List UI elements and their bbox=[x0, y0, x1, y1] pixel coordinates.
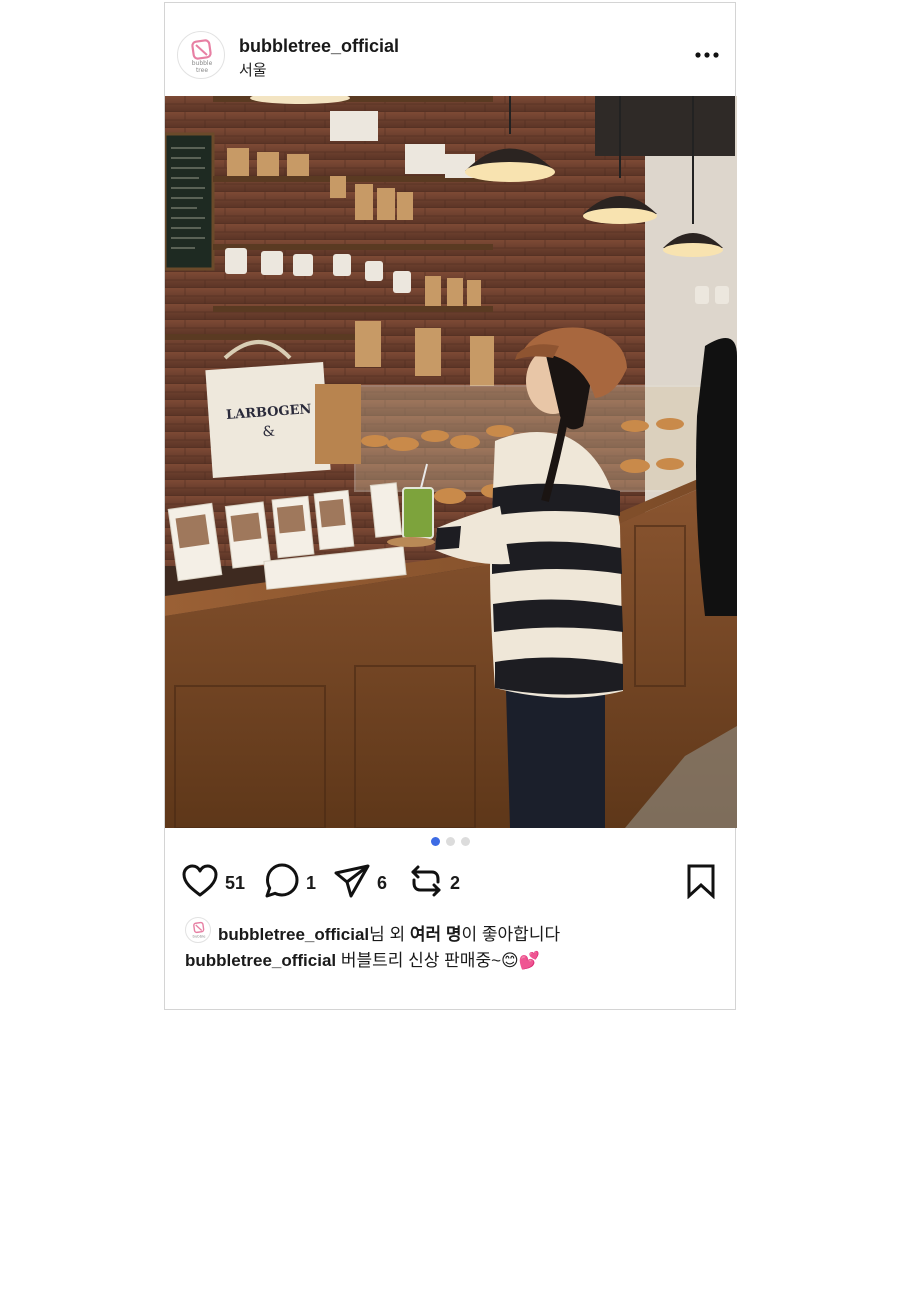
post-caption: bubbletree_official 버블트리 신상 판매중~😊💕 bbox=[185, 946, 540, 971]
liked-by-suffix-2: 이 좋아합니다 bbox=[461, 925, 561, 944]
more-dots-icon bbox=[695, 52, 719, 58]
smile-emoji-icon: 😊 bbox=[501, 951, 519, 970]
repost-button[interactable]: 2 bbox=[409, 863, 469, 903]
post-card: bubble tree bubbletree_official 서울 LARBO… bbox=[164, 2, 737, 1010]
logo-small-text: bubble bbox=[193, 934, 207, 939]
bookmark-icon bbox=[687, 864, 715, 899]
bubbletree-logo: bubble tree bbox=[191, 39, 213, 74]
comment-button[interactable]: 1 bbox=[264, 863, 324, 903]
share-button[interactable]: 6 bbox=[333, 863, 393, 903]
svg-text:&: & bbox=[262, 424, 276, 441]
liked-by-others[interactable]: 여러 명 bbox=[410, 925, 462, 944]
bubbletree-logo-small: bubble bbox=[193, 921, 207, 939]
carousel-dot-2[interactable] bbox=[446, 837, 455, 846]
carousel-dot-1[interactable] bbox=[431, 837, 440, 846]
logo-text-2: tree bbox=[196, 67, 208, 74]
liked-by-suffix-1: 님 외 bbox=[369, 925, 410, 944]
cafe-photo: LARBOGEN & bbox=[165, 96, 737, 828]
repost-icon bbox=[411, 865, 441, 897]
more-options-button[interactable] bbox=[693, 47, 723, 63]
caption-text: 버블트리 신상 판매중~ bbox=[340, 951, 502, 970]
caption-username[interactable]: bubbletree_official bbox=[185, 951, 336, 970]
comment-icon bbox=[265, 863, 299, 898]
post-photo[interactable]: LARBOGEN & bbox=[165, 96, 737, 828]
like-count: 51 bbox=[225, 873, 246, 893]
post-location[interactable]: 서울 bbox=[239, 59, 267, 80]
post-header: bubble tree bubbletree_official 서울 bbox=[165, 3, 735, 95]
heart-icon bbox=[182, 864, 218, 897]
send-icon bbox=[334, 864, 370, 898]
liker-avatar[interactable]: bubble bbox=[185, 917, 211, 943]
share-count: 6 bbox=[377, 873, 388, 893]
liked-by-username[interactable]: bubbletree_official bbox=[218, 925, 369, 944]
logo-text-1: bubble bbox=[192, 60, 213, 67]
bookmark-button[interactable] bbox=[685, 863, 721, 903]
comment-count: 1 bbox=[306, 873, 317, 893]
post-username[interactable]: bubbletree_official bbox=[239, 36, 399, 57]
carousel-dot-3[interactable] bbox=[461, 837, 470, 846]
like-button[interactable]: 51 bbox=[181, 863, 251, 903]
repost-count: 2 bbox=[450, 873, 461, 893]
profile-avatar[interactable]: bubble tree bbox=[177, 31, 225, 79]
liked-by-text: bubbletree_official님 외 여러 명이 좋아합니다 bbox=[218, 920, 560, 945]
two-hearts-emoji-icon: 💕 bbox=[518, 951, 540, 970]
